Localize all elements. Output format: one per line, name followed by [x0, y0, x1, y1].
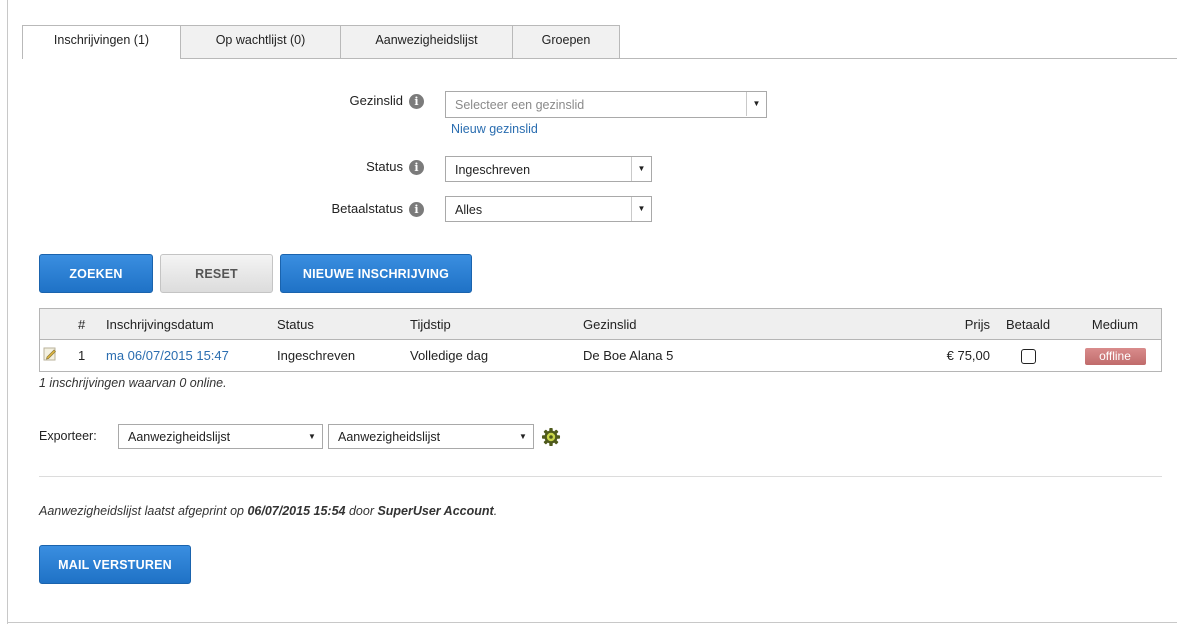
results-summary: 1 inschrijvingen waarvan 0 online.: [39, 376, 227, 390]
last-printed-note: Aanwezigheidslijst laatst afgeprint op 0…: [39, 504, 497, 518]
info-icon[interactable]: i: [409, 160, 424, 176]
col-header-prijs[interactable]: Prijs: [920, 309, 990, 340]
edit-icon[interactable]: [43, 347, 57, 361]
chevron-down-icon: ▼: [746, 92, 766, 116]
info-icon[interactable]: i: [409, 202, 424, 218]
reset-button[interactable]: RESET: [160, 254, 273, 293]
gezinslid-select[interactable]: Selecteer een gezinslid ▼: [445, 91, 767, 118]
status-select[interactable]: Ingeschreven ▼: [445, 156, 652, 182]
row-date-link[interactable]: ma 06/07/2015 15:47: [106, 340, 229, 371]
export-list-select[interactable]: Aanwezigheidslijst ▼: [328, 424, 534, 449]
chevron-down-icon: ▼: [631, 197, 651, 221]
section-divider: [39, 476, 1162, 477]
tab-aanwezigheidslijst[interactable]: Aanwezigheidslijst: [340, 25, 513, 58]
chevron-down-icon: ▼: [631, 157, 651, 181]
export-label: Exporteer:: [39, 429, 97, 443]
row-gezinslid: De Boe Alana 5: [583, 348, 674, 363]
row-betaald-cell: [998, 340, 1058, 371]
betaalstatus-select[interactable]: Alles ▼: [445, 196, 652, 222]
last-printed-middle: door: [345, 504, 378, 518]
col-header-status[interactable]: Status: [277, 309, 314, 340]
medium-badge: offline: [1084, 348, 1146, 366]
panel-bottom-border: [7, 622, 1177, 623]
status-label: Status: [366, 159, 403, 174]
send-mail-button[interactable]: MAIL VERSTUREN: [39, 545, 191, 584]
gear-icon[interactable]: [541, 427, 561, 447]
table-row: 1 ma 06/07/2015 15:47 Ingeschreven Volle…: [40, 340, 1161, 371]
status-value: Ingeschreven: [455, 163, 531, 177]
gezinslid-placeholder: Selecteer een gezinslid: [455, 98, 585, 112]
table-header-row: # Inschrijvingsdatum Status Tijdstip Gez…: [40, 309, 1161, 340]
new-gezinslid-link[interactable]: Nieuw gezinslid: [451, 122, 538, 136]
row-num: 1: [78, 348, 86, 363]
betaald-checkbox[interactable]: [1020, 349, 1036, 365]
betaalstatus-value: Alles: [455, 203, 483, 217]
betaalstatus-label-row: Betaalstatus i: [300, 201, 424, 218]
gezinslid-label-row: Gezinslid i: [300, 93, 424, 110]
registrations-table: # Inschrijvingsdatum Status Tijdstip Gez…: [39, 308, 1162, 372]
search-button[interactable]: ZOEKEN: [39, 254, 153, 293]
export-format-value: Aanwezigheidslijst: [128, 430, 231, 444]
new-registration-button[interactable]: NIEUWE INSCHRIJVING: [280, 254, 472, 293]
chevron-down-icon: ▼: [308, 432, 316, 441]
status-label-row: Status i: [300, 159, 424, 176]
row-prijs: € 75,00: [946, 348, 990, 363]
chevron-down-icon: ▼: [519, 432, 527, 441]
col-header-gezinslid[interactable]: Gezinslid: [583, 309, 636, 340]
col-header-betaald[interactable]: Betaald: [998, 309, 1058, 340]
last-printed-datetime: 06/07/2015 15:54: [247, 504, 346, 518]
last-printed-prefix: Aanwezigheidslijst laatst afgeprint op: [39, 504, 248, 518]
export-format-select[interactable]: Aanwezigheidslijst ▼: [118, 424, 323, 449]
tab-inschrijvingen[interactable]: Inschrijvingen (1): [22, 25, 181, 59]
col-header-num: #: [78, 317, 86, 332]
col-header-date[interactable]: Inschrijvingsdatum: [106, 309, 214, 340]
tab-op-wachtlijst[interactable]: Op wachtlijst (0): [180, 25, 341, 58]
export-list-value: Aanwezigheidslijst: [338, 430, 441, 444]
last-printed-suffix: .: [493, 504, 498, 518]
row-tijdstip: Volledige dag: [410, 348, 489, 363]
col-header-tijdstip[interactable]: Tijdstip: [410, 309, 451, 340]
gezinslid-label: Gezinslid: [349, 93, 403, 108]
tab-bar: Inschrijvingen (1) Op wachtlijst (0) Aan…: [22, 25, 620, 59]
betaalstatus-label: Betaalstatus: [331, 201, 403, 216]
row-medium-cell: offline: [1075, 340, 1155, 371]
col-header-medium[interactable]: Medium: [1075, 309, 1155, 340]
tab-groepen[interactable]: Groepen: [512, 25, 620, 58]
info-icon[interactable]: i: [409, 94, 424, 110]
row-status: Ingeschreven: [277, 348, 356, 363]
last-printed-user: SuperUser Account: [377, 504, 494, 518]
